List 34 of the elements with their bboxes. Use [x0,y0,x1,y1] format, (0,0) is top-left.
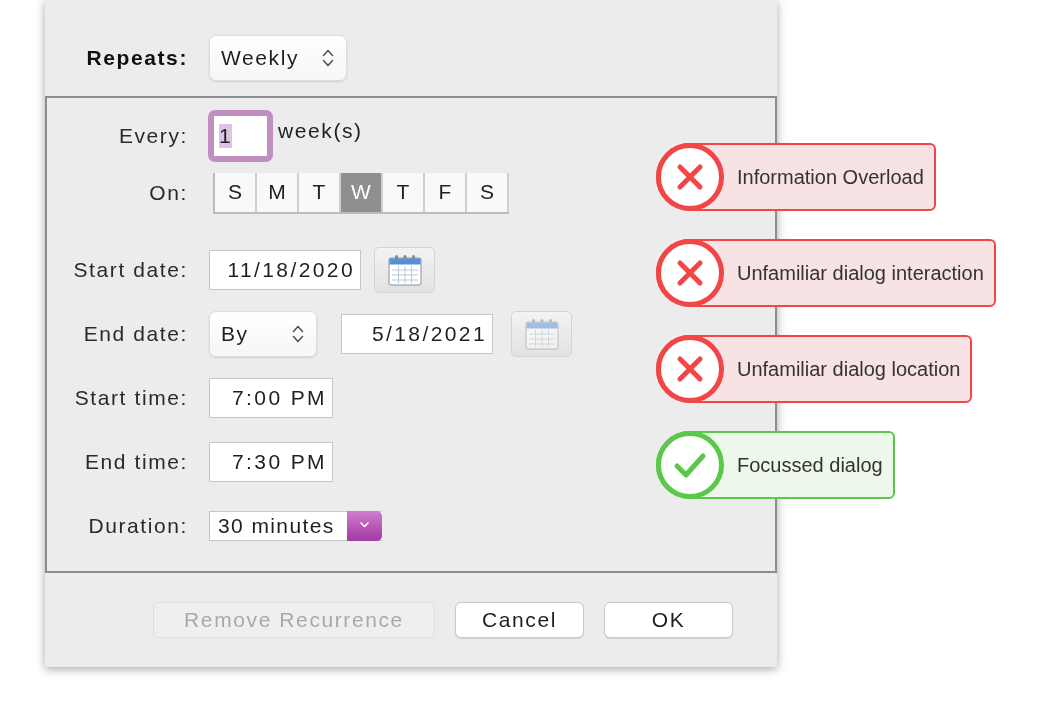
weekday-toggle[interactable]: F [425,172,467,212]
date-field[interactable]: 5/18/2021 [341,314,493,354]
field-label: Start date: [72,258,188,282]
dialog-button[interactable]: OK [604,602,733,638]
updown-chevron-icon [322,48,334,68]
field-label: Repeats: [85,46,188,70]
updown-chevron-icon [292,324,304,344]
field-label: Duration: [87,514,188,538]
callout-text: Information Overload [737,165,924,189]
callout-text: Unfamiliar dialog interaction [737,261,984,285]
time-field[interactable]: 7:00 PM [209,378,333,418]
callout-text: Focussed dialog [737,453,883,477]
callout-text: Unfamiliar dialog location [737,357,961,381]
calendar-button[interactable] [374,247,435,293]
field-label: End date: [82,322,188,346]
dialog-button[interactable]: Cancel [455,602,584,638]
field-label: On: [148,181,188,205]
end-mode-select[interactable]: By [209,311,317,357]
calendar-icon [524,318,559,350]
repeats-select[interactable]: Weekly [209,35,347,81]
weekday-toggle[interactable]: M [257,172,299,212]
duration-popup[interactable]: 30 minutes [209,511,382,541]
calendar-icon [387,254,422,286]
field-label: End time: [83,450,188,474]
unit-label: week(s) [278,119,363,143]
weekday-toggle[interactable]: S [467,172,509,212]
field-label: Start time: [73,386,188,410]
field-label: Every: [117,124,188,148]
interval-field[interactable]: 1 [208,110,273,162]
weekday-toggle[interactable]: T [299,172,341,212]
time-field[interactable]: 7:30 PM [209,442,333,482]
date-field[interactable]: 11/18/2020 [209,250,361,290]
weekday-toggle[interactable]: T [383,172,425,212]
weekday-toggle[interactable]: S [215,172,257,212]
